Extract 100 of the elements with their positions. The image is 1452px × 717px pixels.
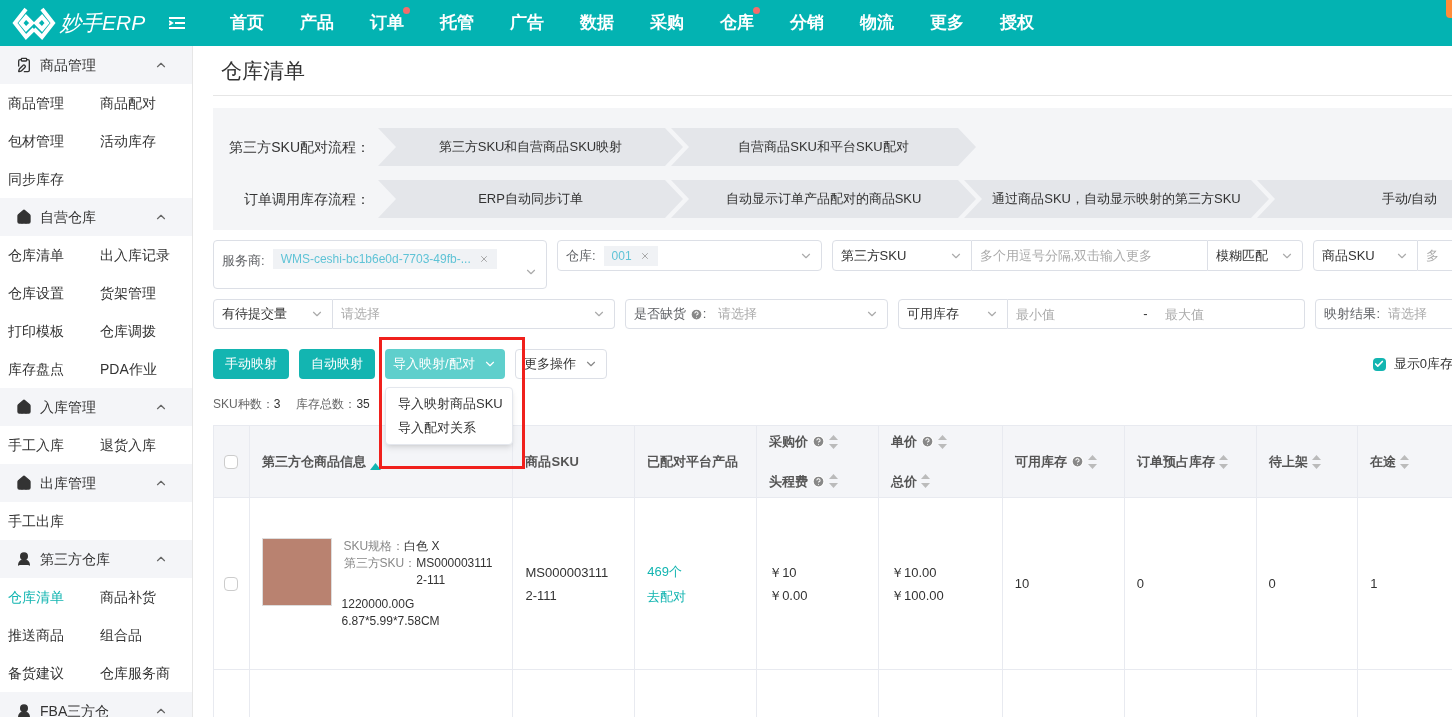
sort-icon[interactable] — [829, 434, 839, 449]
close-icon[interactable] — [478, 254, 489, 264]
flow-step: 通过商品SKU，自动显示映射的第三方SKU — [964, 180, 1269, 218]
sidebar-item[interactable]: 货架管理 — [100, 274, 192, 312]
column-header: 商品SKU — [513, 425, 635, 498]
field-select[interactable]: 商品SKU — [1313, 240, 1418, 271]
stat-text: SKU种数：3 — [213, 396, 281, 413]
sort-icon[interactable] — [937, 434, 947, 449]
help-icon — [920, 435, 934, 449]
sidebar-item[interactable]: 备货建议 — [8, 654, 100, 692]
sidebar-item[interactable]: 仓库调拨 — [100, 312, 192, 350]
sidebar-item[interactable]: PDA作业 — [100, 350, 192, 388]
field-select[interactable]: 可用库存 — [898, 299, 1009, 329]
brand-name: 妙手ERP — [60, 10, 146, 37]
sku-input[interactable]: 多个用逗号分隔,双击输入更多 — [971, 240, 1207, 271]
help-icon — [812, 474, 826, 488]
checkbox[interactable] — [224, 455, 239, 470]
close-icon[interactable] — [639, 250, 650, 261]
sidebar-group-header[interactable]: 商品管理 — [0, 46, 192, 84]
menu-item[interactable]: 导入映射商品SKU — [398, 392, 500, 416]
flow-step: ERP自动同步订单 — [378, 180, 683, 218]
sidebar-item[interactable]: 商品配对 — [100, 84, 192, 122]
menu-icon[interactable] — [169, 16, 186, 30]
help-icon — [812, 435, 826, 449]
sort-icon[interactable] — [1400, 454, 1410, 469]
sidebar-group-header[interactable]: 自营仓库 — [0, 198, 192, 236]
sort-icon[interactable] — [920, 474, 930, 489]
sidebar-item[interactable]: 打印模板 — [8, 312, 100, 350]
sidebar-item[interactable]: 组合品 — [100, 616, 192, 654]
range-dash: - — [1133, 299, 1158, 329]
menu-item[interactable]: 导入配对关系 — [398, 416, 500, 440]
sidebar-group-header[interactable]: 出库管理 — [0, 464, 192, 502]
table-cell-text: ￥10.00 — [890, 563, 938, 582]
column-header: 待上架 — [1256, 425, 1358, 498]
sidebar-item[interactable]: 商品管理 — [8, 84, 100, 122]
flow-step: 自营商品SKU和平台SKU配对 — [671, 128, 976, 166]
table-cell: 0 — [1124, 497, 1257, 670]
checkbox-label: 显示0库存 — [1393, 355, 1452, 374]
table-cell-text: ￥10 — [769, 563, 798, 582]
field-select[interactable]: 第三方SKU — [831, 240, 972, 271]
sort-icon[interactable] — [1311, 454, 1321, 469]
flow-label: 订单调用库存流程： — [243, 189, 371, 209]
table-cell-text: ￥100.00 — [890, 586, 945, 605]
sidebar-group-header[interactable]: 入库管理 — [0, 388, 192, 426]
help-icon — [689, 307, 703, 321]
sidebar-item[interactable]: 活动库存 — [100, 122, 192, 160]
sidebar-item[interactable]: 商品补货 — [100, 578, 192, 616]
checkbox[interactable] — [1372, 357, 1386, 371]
dropdown-button[interactable]: 更多操作 — [514, 349, 607, 379]
sku-text: MS0000031112-111 — [416, 554, 494, 589]
photo-placeholder — [261, 537, 332, 606]
house-icon — [16, 399, 32, 415]
sidebar-item[interactable]: 同步库存 — [8, 160, 100, 198]
logo-icon — [12, 6, 56, 40]
sidebar-group-header[interactable]: 第三方仓库 — [0, 540, 192, 578]
sidebar-item[interactable]: 出入库记录 — [100, 236, 192, 274]
table-cell: 10 — [1002, 497, 1125, 670]
flow-step: 手动/自动 — [1257, 180, 1452, 218]
match-select[interactable]: 模糊匹配 — [1207, 240, 1303, 271]
min-input[interactable]: 最小值 — [1008, 299, 1134, 329]
column-header: 在途 — [1357, 425, 1452, 498]
check-icon — [1374, 359, 1385, 369]
sidebar-item[interactable]: 退货入库 — [100, 426, 192, 464]
shortage-select[interactable]: 是否缺货 : 请选择 — [624, 299, 889, 329]
table-cell-text: ￥0.00 — [769, 586, 809, 605]
sku-input[interactable]: 多 — [1418, 240, 1452, 271]
stat-text: 库存总数：35 — [296, 396, 370, 413]
clipboard-icon — [16, 57, 32, 73]
house-icon — [16, 209, 32, 225]
max-input[interactable]: 最大值 — [1157, 299, 1306, 329]
sidebar-group-header[interactable]: FBA三方仓 — [0, 692, 192, 717]
corner-tab[interactable] — [1446, 0, 1452, 18]
weight-text: 1220000.00G — [340, 595, 416, 613]
sidebar-item[interactable]: 仓库设置 — [8, 274, 100, 312]
flow-step: 第三方SKU和自营商品SKU映射 — [378, 128, 683, 166]
warehouse-tag: 001 — [603, 245, 658, 266]
checkbox[interactable] — [224, 577, 239, 592]
flow-label: 第三方SKU配对流程： — [228, 137, 371, 157]
sidebar-item[interactable]: 推送商品 — [8, 616, 100, 654]
table-cell: 0 — [1256, 497, 1358, 670]
sidebar-item[interactable]: 手工出库 — [8, 502, 100, 540]
spec-text: SKU规格：白色 X — [343, 537, 441, 555]
sidebar-item[interactable]: 仓库服务商 — [100, 654, 192, 692]
column-header: 已配对平台产品 — [634, 425, 757, 498]
column-header: 单价 总价 — [878, 425, 1003, 498]
sidebar-item[interactable]: 手工入库 — [8, 426, 100, 464]
sort-icon[interactable] — [1218, 454, 1228, 469]
sort-icon[interactable] — [1087, 454, 1097, 469]
column-header: 采购价 头程费 — [756, 425, 879, 498]
mapping-select[interactable]: 映射结果: 请选择 — [1315, 299, 1452, 329]
person-icon — [16, 703, 32, 717]
warehouse-select[interactable]: 仓库: 001 — [556, 240, 822, 271]
sidebar-item[interactable]: 库存盘点 — [8, 350, 100, 388]
sort-icon[interactable] — [829, 474, 839, 489]
column-header: 订单预占库存 — [1124, 425, 1257, 498]
provider-select[interactable]: 服务商: WMS-ceshi-bc1b6e0d-7703-49fb-... — [213, 240, 547, 289]
sidebar-item[interactable]: 仓库清单 — [8, 236, 100, 274]
page-title: 仓库清单 — [213, 46, 1452, 96]
sidebar-item[interactable]: 包材管理 — [8, 122, 100, 160]
field-select[interactable]: 有待提交量 — [213, 299, 333, 329]
